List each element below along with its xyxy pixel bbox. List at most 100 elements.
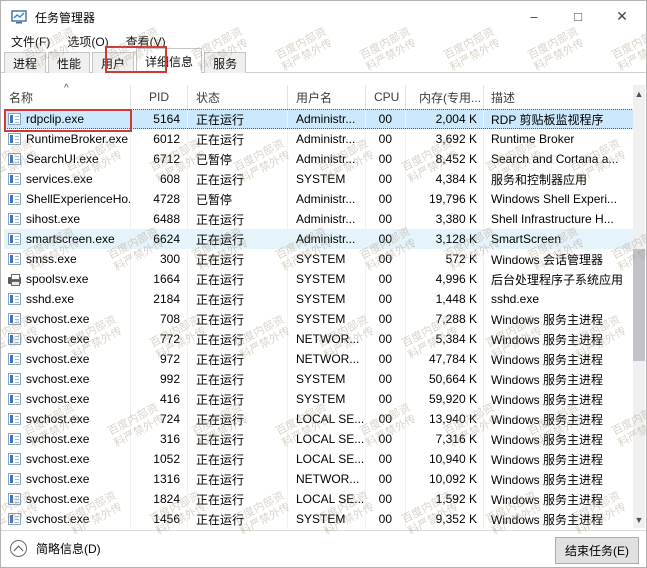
- cell-user: Administr...: [288, 109, 366, 129]
- cell-status: 正在运行: [188, 289, 288, 309]
- column-header-cpu[interactable]: CPU: [366, 85, 406, 109]
- table-row[interactable]: svchost.exe 1316 正在运行 NETWOR... 00 10,09…: [4, 469, 636, 489]
- cell-description: Windows 服务主进程: [491, 392, 604, 407]
- tab-2[interactable]: 用户: [92, 52, 135, 73]
- cell-user: SYSTEM: [288, 269, 366, 289]
- cell-description: SmartScreen: [491, 232, 562, 246]
- table-row[interactable]: svchost.exe 316 正在运行 LOCAL SE... 00 7,31…: [4, 429, 636, 449]
- column-header-status[interactable]: 状态: [188, 85, 288, 109]
- table-row[interactable]: svchost.exe 724 正在运行 LOCAL SE... 00 13,9…: [4, 409, 636, 429]
- cell-user: Administr...: [288, 229, 366, 249]
- cell-pid: 416: [131, 389, 188, 409]
- column-header-memory[interactable]: 内存(专用...: [406, 85, 484, 109]
- table-row[interactable]: services.exe 608 正在运行 SYSTEM 00 4,384 K …: [4, 169, 636, 189]
- cell-cpu: 00: [366, 389, 406, 409]
- app-window-icon: [8, 153, 21, 165]
- cell-status: 正在运行: [188, 389, 288, 409]
- table-row[interactable]: svchost.exe 772 正在运行 NETWOR... 00 5,384 …: [4, 329, 636, 349]
- cell-pid: 992: [131, 369, 188, 389]
- cell-user: LOCAL SE...: [288, 489, 366, 509]
- cell-pid: 708: [131, 309, 188, 329]
- column-header-pid[interactable]: PID: [131, 85, 188, 109]
- table-row[interactable]: smartscreen.exe 6624 正在运行 Administr... 0…: [4, 229, 636, 249]
- vertical-scrollbar[interactable]: ▲ ▼: [633, 85, 645, 528]
- table-row[interactable]: spoolsv.exe 1664 正在运行 SYSTEM 00 4,996 K …: [4, 269, 636, 289]
- tab-1[interactable]: 性能: [48, 52, 91, 73]
- cell-name: sshd.exe: [4, 289, 131, 309]
- cell-name: svchost.exe: [4, 369, 131, 389]
- cell-name: rdpclip.exe: [4, 109, 131, 129]
- table-row[interactable]: svchost.exe 1052 正在运行 LOCAL SE... 00 10,…: [4, 449, 636, 469]
- cell-pid: 1664: [131, 269, 188, 289]
- cell-memory: 10,940 K: [406, 449, 484, 469]
- cell-cpu: 00: [366, 409, 406, 429]
- cell-cpu: 00: [366, 369, 406, 389]
- task-manager-window: 任务管理器 – □ ✕ 文件(F) 选项(O) 查看(V) 进程 性能 用户 详细信息 服务…: [0, 0, 647, 568]
- scroll-up-icon[interactable]: ▲: [633, 85, 645, 102]
- printer-icon: [8, 273, 21, 286]
- table-row[interactable]: ShellExperienceHo... 4728 已暂停 Administr.…: [4, 189, 636, 209]
- cell-description: Windows 服务主进程: [491, 332, 604, 347]
- cell-cpu: 00: [366, 149, 406, 169]
- table-row[interactable]: SearchUI.exe 6712 已暂停 Administr... 00 8,…: [4, 149, 636, 169]
- cell-description: Shell Infrastructure H...: [491, 212, 614, 226]
- cell-memory: 4,996 K: [406, 269, 484, 289]
- end-task-button[interactable]: 结束任务(E): [555, 537, 639, 564]
- cell-status: 正在运行: [188, 169, 288, 189]
- cell-cpu: 00: [366, 129, 406, 149]
- table-row[interactable]: RuntimeBroker.exe 6012 正在运行 Administr...…: [4, 129, 636, 149]
- cell-cpu: 00: [366, 229, 406, 249]
- cell-name: smartscreen.exe: [4, 229, 131, 249]
- cell-pid: 6624: [131, 229, 188, 249]
- column-header-desc[interactable]: 描述: [484, 85, 636, 109]
- table-row[interactable]: smss.exe 300 正在运行 SYSTEM 00 572 K Window…: [4, 249, 636, 269]
- cell-memory: 7,316 K: [406, 429, 484, 449]
- cell-user: LOCAL SE...: [288, 449, 366, 469]
- cell-memory: 2,004 K: [406, 109, 484, 129]
- tab-0[interactable]: 进程: [4, 52, 47, 73]
- fewer-details-toggle[interactable]: 简略信息(D): [10, 540, 101, 557]
- cell-user: NETWOR...: [288, 329, 366, 349]
- cell-description: Runtime Broker: [491, 132, 575, 146]
- minimize-button[interactable]: –: [512, 1, 556, 31]
- table-row[interactable]: svchost.exe 972 正在运行 NETWOR... 00 47,784…: [4, 349, 636, 369]
- cell-user: SYSTEM: [288, 249, 366, 269]
- scrollbar-thumb[interactable]: [633, 249, 645, 361]
- cell-description: Windows 服务主进程: [491, 432, 604, 447]
- table-row[interactable]: svchost.exe 416 正在运行 SYSTEM 00 59,920 K …: [4, 389, 636, 409]
- table-row[interactable]: sihost.exe 6488 正在运行 Administr... 00 3,3…: [4, 209, 636, 229]
- cell-pid: 2184: [131, 289, 188, 309]
- cell-pid: 316: [131, 429, 188, 449]
- table-row[interactable]: svchost.exe 1824 正在运行 LOCAL SE... 00 1,5…: [4, 489, 636, 509]
- app-window-icon: [8, 233, 21, 245]
- close-button[interactable]: ✕: [600, 1, 644, 31]
- cell-cpu: 00: [366, 189, 406, 209]
- cell-status: 正在运行: [188, 109, 288, 129]
- chevron-up-circle-icon: [10, 540, 27, 557]
- cell-name: smss.exe: [4, 249, 131, 269]
- cell-user: Administr...: [288, 209, 366, 229]
- column-header-user[interactable]: 用户名: [288, 85, 366, 109]
- cell-name: svchost.exe: [4, 469, 131, 489]
- tab-4[interactable]: 服务: [204, 52, 247, 73]
- cell-status: 已暂停: [188, 189, 288, 209]
- cell-pid: 1052: [131, 449, 188, 469]
- maximize-button[interactable]: □: [556, 1, 600, 31]
- cell-memory: 50,664 K: [406, 369, 484, 389]
- cell-cpu: 00: [366, 169, 406, 189]
- scroll-down-icon[interactable]: ▼: [633, 511, 645, 528]
- cell-pid: 1456: [131, 509, 188, 528]
- tab-3[interactable]: 详细信息: [136, 48, 203, 74]
- table-row[interactable]: rdpclip.exe 5164 正在运行 Administr... 00 2,…: [4, 109, 636, 129]
- cell-cpu: 00: [366, 269, 406, 289]
- table-row[interactable]: svchost.exe 992 正在运行 SYSTEM 00 50,664 K …: [4, 369, 636, 389]
- cell-cpu: 00: [366, 449, 406, 469]
- cell-status: 正在运行: [188, 449, 288, 469]
- table-row[interactable]: svchost.exe 708 正在运行 SYSTEM 00 7,288 K W…: [4, 309, 636, 329]
- table-row[interactable]: svchost.exe 1456 正在运行 SYSTEM 00 9,352 K …: [4, 509, 636, 528]
- table-row[interactable]: sshd.exe 2184 正在运行 SYSTEM 00 1,448 K ssh…: [4, 289, 636, 309]
- window-title: 任务管理器: [35, 10, 96, 25]
- app-window-icon: [8, 193, 21, 205]
- cell-pid: 608: [131, 169, 188, 189]
- cell-name: svchost.exe: [4, 509, 131, 528]
